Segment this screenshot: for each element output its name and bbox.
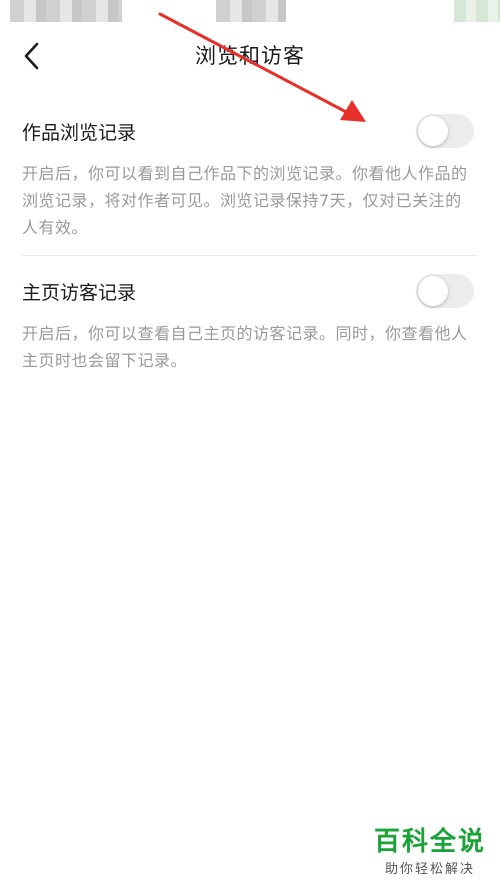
watermark-subtitle: 助你轻松解决 — [384, 862, 475, 877]
status-bar — [0, 0, 500, 24]
setting-description: 开启后，你可以看到自己作品下的浏览记录。你看他人作品的浏览记录，将对作者可见。浏… — [22, 164, 468, 237]
setting-label: 作品浏览记录 — [22, 122, 137, 144]
setting-homepage-visitor-record: 主页访客记录 开启后，你可以查看自己主页的访客记录。同时，你查看他人主页时也会留… — [22, 270, 478, 374]
nav-bar: 浏览和访客 — [0, 24, 500, 88]
toggle-knob — [418, 276, 448, 306]
setting-row: 主页访客记录 — [22, 270, 478, 314]
watermark-logo: 百科全说 助你轻松解决 — [374, 821, 486, 877]
setting-label: 主页访客记录 — [22, 282, 137, 304]
page-title: 浏览和访客 — [195, 44, 305, 68]
setting-work-view-record: 作品浏览记录 开启后，你可以看到自己作品下的浏览记录。你看他人作品的浏览记录，将… — [22, 110, 478, 241]
status-bar-blur-center — [216, 0, 286, 22]
setting-description: 开启后，你可以查看自己主页的访客记录。同时，你查看他人主页时也会留下记录。 — [22, 324, 468, 370]
homepage-visitor-record-toggle[interactable] — [416, 274, 474, 308]
status-bar-blur-left — [10, 0, 122, 22]
toggle-knob — [418, 116, 448, 146]
work-view-record-toggle[interactable] — [416, 114, 474, 148]
setting-row: 作品浏览记录 — [22, 110, 478, 154]
divider — [22, 255, 478, 256]
status-bar-blur-right — [454, 0, 500, 22]
watermark-title: 百科全说 — [373, 827, 486, 857]
